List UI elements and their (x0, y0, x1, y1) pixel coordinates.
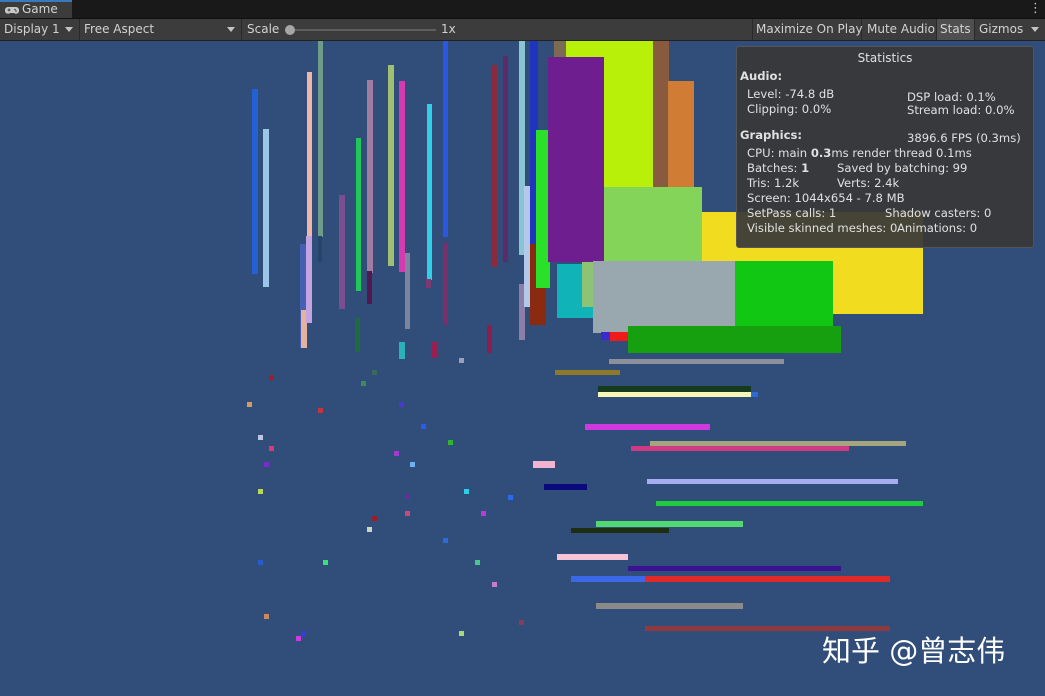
maximize-label: Maximize On Play (756, 22, 863, 36)
saved-by-batching: Saved by batching: 99 (837, 161, 968, 175)
cpu-main-value: 0.3 (810, 146, 832, 160)
setpass-calls: SetPass calls: 1 (747, 206, 837, 220)
kebab-menu-icon[interactable]: ⋮ (1029, 0, 1042, 18)
batches: Batches: 1 (747, 161, 809, 176)
display-dropdown-label: Display 1 (4, 22, 60, 36)
gizmos-dropdown[interactable]: Gizmos (975, 19, 1045, 40)
aspect-dropdown-label: Free Aspect (84, 22, 155, 36)
batches-value: 1 (801, 161, 810, 175)
scale-value: 1x (441, 22, 456, 36)
mute-audio-button[interactable]: Mute Audio (862, 19, 937, 40)
audio-header: Audio: (740, 69, 783, 83)
stream-load: Stream load: 0.0% (907, 103, 1015, 117)
gamepad-icon (5, 7, 19, 14)
gizmos-label: Gizmos (979, 22, 1024, 36)
mute-label: Mute Audio (867, 22, 935, 36)
fps-readout: 3896.6 FPS (0.3ms) (907, 131, 1021, 145)
scale-slider-track[interactable] (290, 29, 436, 31)
tab-game-label: Game (22, 2, 58, 16)
scale-label: Scale (247, 22, 280, 36)
stats-label: Stats (940, 22, 971, 36)
shadow-casters: Shadow casters: 0 (885, 206, 992, 220)
animations-count: Animations: 0 (897, 221, 978, 235)
batches-prefix: Batches: (747, 161, 802, 175)
screen-info: Screen: 1044x654 - 7.8 MB (747, 191, 905, 205)
verts-count: Verts: 2.4k (837, 176, 900, 190)
graphics-header: Graphics: (740, 128, 802, 142)
visible-skinned-meshes: Visible skinned meshes: 0 (747, 221, 898, 235)
statistics-panel: Statistics Audio: Level: -74.8 dB DSP lo… (736, 46, 1034, 248)
aspect-dropdown[interactable]: Free Aspect (80, 19, 242, 40)
watermark: 知乎 @曾志伟 (822, 634, 1006, 668)
cpu-prefix: CPU: main (747, 146, 811, 160)
tab-bar: Game ⋮ (0, 0, 1045, 19)
maximize-on-play-button[interactable]: Maximize On Play (752, 19, 863, 40)
audio-clipping: Clipping: 0.0% (747, 102, 832, 116)
tris-count: Tris: 1.2k (747, 176, 800, 190)
cpu-suffix: ms render thread 0.1ms (831, 146, 972, 160)
stats-button[interactable]: Stats (937, 19, 975, 40)
scale-slider-thumb[interactable] (285, 25, 295, 35)
cpu-time: CPU: main 0.3ms render thread 0.1ms (747, 146, 972, 161)
statistics-title: Statistics (857, 51, 913, 65)
tab-game[interactable]: Game (0, 0, 72, 18)
display-dropdown[interactable]: Display 1 (0, 19, 80, 40)
audio-level: Level: -74.8 dB (747, 87, 835, 101)
game-toolbar: Display 1 Free Aspect Scale 1x Maximize … (0, 19, 1045, 41)
